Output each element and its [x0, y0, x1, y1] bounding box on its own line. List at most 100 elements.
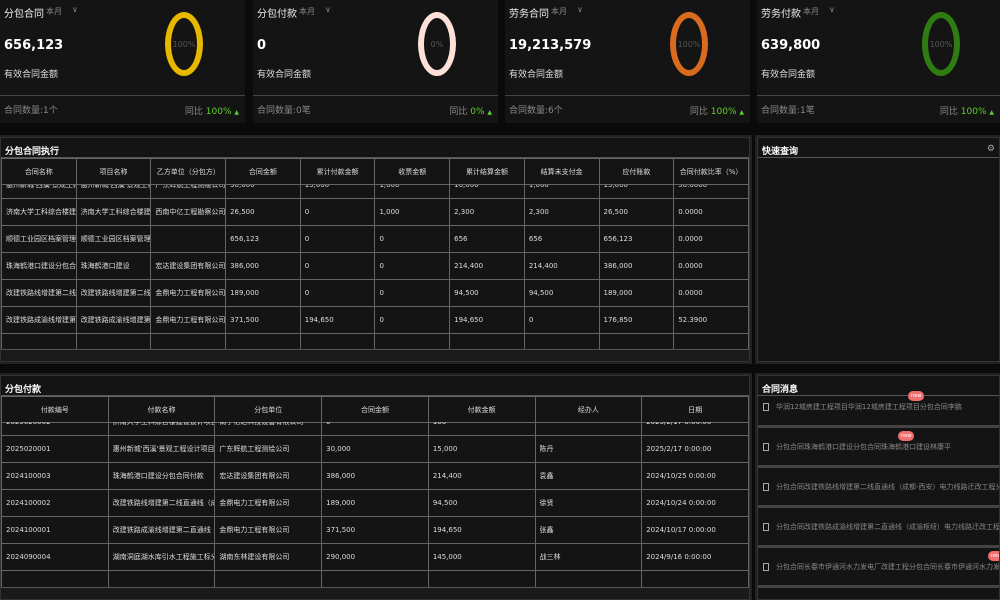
- table-cell: 湖南洞庭湖水库引水工程施工标分包合同: [107, 543, 216, 571]
- message-item[interactable]: 分包合同改建铁路成渝线增建第二直通线（成渝枢纽）电力线路迁改工程分包合同改建铁路…: [758, 508, 999, 548]
- column-header[interactable]: 项目名称: [75, 158, 152, 185]
- chevron-down-icon[interactable]: ∨: [72, 5, 78, 14]
- column-header[interactable]: 合同名称: [1, 158, 77, 185]
- table-cell: 26,500: [225, 198, 301, 226]
- table-cell: 改建铁路线增建第二线直通线（成都-西安）: [107, 489, 216, 517]
- message-text: 华润12城房建工程项目华润12城房建工程项目分包合同李鹏: [776, 402, 962, 411]
- stat-card: 分包合同 本月 ∨ 656,123 有效合同金额 100% 合同数量:1个 同比…: [0, 0, 245, 123]
- table-cell: 214,400: [427, 462, 536, 490]
- table-cell: 济南大学工科综合楼建设设计项目分包付款: [107, 422, 216, 436]
- message-text: 分包合同长春市伊通河水力发电厂改建工程分包合同长春市伊通河水力发电厂改建工程刘峰: [776, 562, 999, 571]
- table-row[interactable]: [1, 333, 749, 350]
- table-row[interactable]: 2024100003 珠海鹤港口建设分包合同付款 宏达建设集团有限公司 386,000…: [1, 462, 749, 490]
- message-text: 分包合同改建铁路线增建第二线直通线（成都-西安）电力线路迁改工程分包合同改建铁路…: [776, 482, 999, 491]
- exec-scrollbar[interactable]: [1, 349, 749, 361]
- table-row[interactable]: 济南大学工科综合楼建设设计济南大学工科综合楼建设设计西南中亿工程勘察公司26,5…: [1, 198, 749, 226]
- table-cell: 广东辉航工程测绘公司: [214, 435, 323, 463]
- table-cell: 16,000: [449, 185, 525, 199]
- arrow-up-icon: ▲: [989, 109, 994, 116]
- table-cell: [107, 570, 216, 588]
- column-header[interactable]: 累计付款金额: [299, 158, 376, 185]
- chevron-down-icon[interactable]: ∨: [325, 5, 331, 14]
- table-cell: 2025/2/17 0:00:00: [641, 422, 749, 436]
- column-header[interactable]: 合同金额: [225, 158, 301, 185]
- column-header[interactable]: 收票金额: [374, 158, 451, 185]
- table-cell: 0: [299, 279, 376, 307]
- column-header[interactable]: 付款名称: [107, 396, 216, 423]
- stat-card: 劳务合同 本月 ∨ 19,213,579 有效合同金额 100% 合同数量:6个…: [505, 0, 750, 123]
- table-cell: 0.0000: [673, 252, 749, 280]
- card-count: 合同数量:1笔: [761, 106, 815, 116]
- table-cell: 2,300: [523, 198, 600, 226]
- table-cell: 珠海鹤港口建设: [75, 252, 152, 280]
- table-cell: 0: [374, 306, 451, 334]
- column-header[interactable]: 合同付款比率（%）: [673, 158, 749, 185]
- table-row[interactable]: 2024100002改建铁路线增建第二线直通线（成都-西安）金鼎电力工程有限公司…: [1, 489, 749, 517]
- message-item[interactable]: 分包合同珠海鹤港口建设分包合同珠海鹤港口建设林康平 new: [758, 428, 999, 468]
- table-row[interactable]: 惠州新城'西溪'景观工程设计惠州新城'西溪'景观工程设计广东辉航工程测绘公司30…: [1, 185, 749, 199]
- message-item[interactable]: 华润12城房建工程项目华润12城房建工程项目分包合同李鹏 new: [758, 388, 999, 428]
- yoy: 同比 100% ▲: [185, 104, 239, 117]
- table-row[interactable]: 珠海鹤港口建设分包合同 珠海鹤港口建设 宏达建设集团有限公司 386,000 0 0 214…: [1, 252, 749, 280]
- yoy-label: 同比: [939, 107, 958, 117]
- column-header[interactable]: 付款金额: [427, 396, 536, 423]
- pay-scrollbar[interactable]: [1, 587, 749, 599]
- progress-ring: 100%: [670, 12, 708, 76]
- table-cell: [1, 570, 109, 588]
- period-select[interactable]: 本月: [803, 6, 819, 17]
- table-cell: 金鼎电力工程有限公司: [214, 489, 323, 517]
- table-cell: 214,400: [449, 252, 525, 280]
- table-row[interactable]: 2024090004湖南洞庭湖水库引水工程施工标分包合同湖南东林建设有限公司29…: [1, 543, 749, 571]
- yoy-value: 0%: [470, 107, 485, 117]
- pay-title: 分包付款: [1, 376, 749, 396]
- chevron-down-icon[interactable]: ∨: [577, 5, 583, 14]
- column-header[interactable]: 乙方单位（分包方）: [150, 158, 227, 185]
- table-cell: 194,650: [299, 306, 376, 334]
- column-header[interactable]: 经办人: [534, 396, 643, 423]
- card-title: 劳务付款: [761, 9, 801, 20]
- table-cell: 371,500: [225, 306, 301, 334]
- period-select[interactable]: 本月: [551, 6, 567, 17]
- exec-panel: 分包合同执行 合同名称 项目名称 乙方单位（分包方） 合同金额 累计付款金额 收票金额 累计…: [0, 137, 750, 362]
- exec-title: 分包合同执行: [1, 138, 749, 158]
- table-row[interactable]: 改建铁路线增建第二线直通线改建铁路线增建第二线直通线金鼎电力工程有限公司189,…: [1, 279, 749, 307]
- table-cell: 徐贤: [534, 489, 643, 517]
- message-item[interactable]: 分包合同长春市伊通河水力发电厂改建工程分包合同长春市伊通河水力发电厂改建工程刘峰…: [758, 548, 999, 588]
- progress-ring: 100%: [165, 12, 203, 76]
- table-cell: 陈丹: [534, 435, 643, 463]
- table-cell: 2025020001: [1, 435, 109, 463]
- chevron-down-icon[interactable]: ∨: [829, 5, 835, 14]
- table-row[interactable]: 2025020001惠州新城'西溪'景观工程设计项目分包付款广东辉航工程测绘公司…: [1, 435, 749, 463]
- column-header[interactable]: 分包单位: [214, 396, 323, 423]
- period-select[interactable]: 本月: [299, 6, 315, 17]
- column-header[interactable]: 日期: [641, 396, 749, 423]
- yoy-value: 100%: [960, 107, 987, 117]
- table-row[interactable]: [1, 570, 749, 588]
- column-header[interactable]: 合同金额: [321, 396, 429, 423]
- column-header[interactable]: 累计结算金额: [449, 158, 525, 185]
- table-cell: 2025/2/17 0:00:00: [641, 435, 749, 463]
- table-cell: 广东辉航工程测绘公司: [150, 185, 227, 199]
- table-cell: 0: [321, 422, 429, 436]
- settings-icon[interactable]: ⚙: [987, 144, 995, 154]
- document-icon: [763, 522, 769, 531]
- table-row[interactable]: 2024100001改建铁路成渝线增建第二直通线（成渝枢纽）金鼎电力工程有限公司…: [1, 516, 749, 544]
- table-cell: [214, 570, 323, 588]
- period-select[interactable]: 本月: [46, 6, 62, 17]
- table-cell: [449, 333, 525, 350]
- column-header[interactable]: 结算未支付金: [523, 158, 600, 185]
- table-row[interactable]: 改建铁路成渝线增建第二直通改建铁路成渝线增建第二直通金鼎电力工程有限公司371,…: [1, 306, 749, 334]
- table-row[interactable]: 2025020002济南大学工科综合楼建设设计项目分包付款南宁亿达科技设备有限公…: [1, 422, 749, 436]
- table-row[interactable]: 顺德工业园区档案管理服务顺德工业园区档案管理服务656,123006566566…: [1, 225, 749, 253]
- message-item[interactable]: 分包合同改建铁路线增建第二线直通线（成都-西安）电力线路迁改工程分包合同改建铁路…: [758, 468, 999, 508]
- table-cell: 50.0000: [673, 185, 749, 199]
- column-header[interactable]: 应付账款: [598, 158, 675, 185]
- table-cell: 2024/10/17 0:00:00: [641, 516, 749, 544]
- table-cell: 惠州新城'西溪'景观工程设计: [1, 185, 77, 199]
- progress-ring: 100%: [922, 12, 960, 76]
- table-cell: 30,000: [321, 435, 429, 463]
- stat-card: 分包付款 本月 ∨ 0 有效合同金额 0% 合同数量:0笔 同比 0% ▲: [253, 0, 498, 123]
- column-header[interactable]: 付款编号: [1, 396, 109, 423]
- table-cell: 15,000: [598, 185, 675, 199]
- table-cell: 1,000: [374, 185, 451, 199]
